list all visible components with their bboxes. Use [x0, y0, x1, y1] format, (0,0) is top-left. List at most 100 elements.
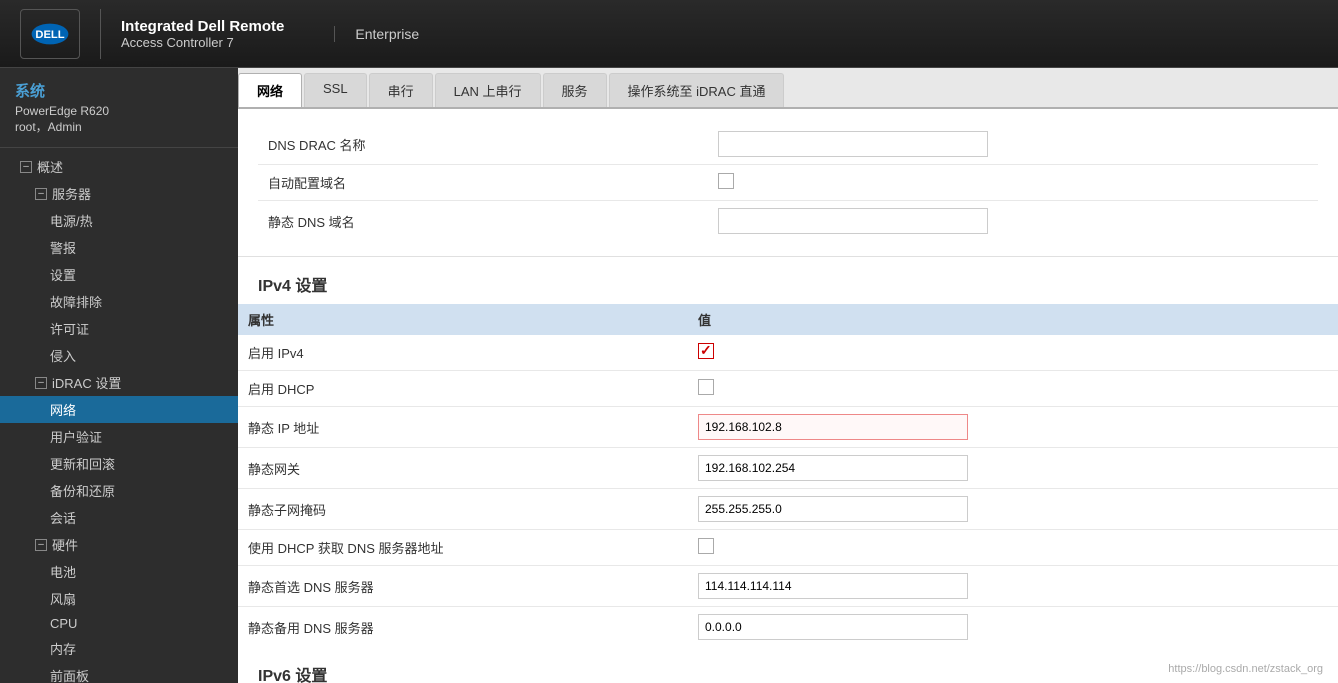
main-layout: 系统 PowerEdge R620 root，Admin – 概述 – 服务器 … [0, 68, 1338, 683]
ipv4-section: IPv4 设置 属性 值 启用 IPv4 启用 DHCP [238, 257, 1338, 647]
toggle-server[interactable]: – [35, 188, 47, 200]
enable-ipv4-value [698, 343, 1328, 362]
backup-dns-value [698, 614, 1328, 640]
static-gateway-input[interactable] [698, 455, 968, 481]
sidebar-label-settings: 设置 [50, 265, 76, 284]
tab-service[interactable]: 服务 [543, 73, 607, 107]
ipv6-title: IPv6 设置 [258, 662, 1318, 683]
dns-drac-value [718, 131, 1308, 157]
sidebar-label-troubleshoot: 故障排除 [50, 292, 102, 311]
auto-domain-checkbox[interactable] [718, 173, 734, 189]
dhcp-dns-label: 使用 DHCP 获取 DNS 服务器地址 [248, 538, 698, 557]
dns-drac-row: DNS DRAC 名称 [258, 124, 1318, 165]
system-title: 系统 [15, 80, 223, 101]
sidebar-item-fan[interactable]: 风扇 [0, 585, 238, 612]
sidebar-item-alert[interactable]: 警报 [0, 234, 238, 261]
sidebar-item-session[interactable]: 会话 [0, 504, 238, 531]
tab-network-label: 网络 [257, 84, 283, 99]
static-dns-domain-row: 静态 DNS 域名 [258, 201, 1318, 241]
sidebar-label-backup-restore: 备份和还原 [50, 481, 115, 500]
toggle-overview[interactable]: – [20, 161, 32, 173]
sidebar-tree: – 概述 – 服务器 电源/热 警报 设置 故障排除 许可证 [0, 148, 238, 683]
sidebar-label-battery: 电池 [50, 562, 76, 581]
tab-service-label: 服务 [562, 84, 588, 99]
sidebar-label-power-heat: 电源/热 [50, 211, 93, 230]
sidebar-label-server: 服务器 [52, 184, 91, 203]
primary-dns-input[interactable] [698, 573, 968, 599]
enable-ipv4-checkbox[interactable] [698, 343, 714, 359]
sidebar-item-battery[interactable]: 电池 [0, 558, 238, 585]
enable-ipv4-row: 启用 IPv4 [238, 335, 1338, 371]
sidebar-item-idrac-settings[interactable]: – iDRAC 设置 [0, 369, 238, 396]
sidebar-item-memory[interactable]: 内存 [0, 635, 238, 662]
dns-drac-label: DNS DRAC 名称 [268, 135, 718, 154]
tab-os-idrac[interactable]: 操作系统至 iDRAC 直通 [609, 73, 785, 107]
static-ip-value [698, 414, 1328, 440]
sidebar-label-user-auth: 用户验证 [50, 427, 102, 446]
sidebar-label-overview: 概述 [37, 157, 63, 176]
watermark: https://blog.csdn.net/zstack_org [1168, 663, 1323, 675]
enable-ipv4-label: 启用 IPv4 [248, 343, 698, 362]
backup-dns-label: 静态备用 DNS 服务器 [248, 618, 698, 637]
user-info: root，Admin [15, 118, 223, 135]
static-subnet-input[interactable] [698, 496, 968, 522]
sidebar-item-front-panel[interactable]: 前面板 [0, 662, 238, 683]
sidebar-label-intrusion: 侵入 [50, 346, 76, 365]
toggle-hardware[interactable]: – [35, 539, 47, 551]
sidebar-item-troubleshoot[interactable]: 故障排除 [0, 288, 238, 315]
static-subnet-row: 静态子网掩码 [238, 489, 1338, 530]
static-ip-row: 静态 IP 地址 [238, 407, 1338, 448]
col-val-header: 值 [698, 310, 1328, 329]
tab-bar: 网络 SSL 串行 LAN 上串行 服务 操作系统至 iDRAC 直通 [238, 68, 1338, 109]
sidebar-item-update-rollback[interactable]: 更新和回滚 [0, 450, 238, 477]
sidebar-item-user-auth[interactable]: 用户验证 [0, 423, 238, 450]
sidebar-label-fan: 风扇 [50, 589, 76, 608]
static-gateway-value [698, 455, 1328, 481]
tab-ssl-label: SSL [323, 81, 348, 96]
sidebar-item-backup-restore[interactable]: 备份和还原 [0, 477, 238, 504]
static-ip-label: 静态 IP 地址 [248, 418, 698, 437]
sidebar-label-cpu: CPU [50, 616, 77, 631]
enable-dhcp-checkbox[interactable] [698, 379, 714, 395]
primary-dns-label: 静态首选 DNS 服务器 [248, 577, 698, 596]
sidebar-label-license: 许可证 [50, 319, 89, 338]
ipv4-table-header: 属性 值 [238, 304, 1338, 335]
dns-section: DNS DRAC 名称 自动配置域名 静态 DNS 域名 [238, 109, 1338, 257]
enable-dhcp-row: 启用 DHCP [238, 371, 1338, 407]
sidebar-item-overview[interactable]: – 概述 [0, 153, 238, 180]
dns-drac-input[interactable] [718, 131, 988, 157]
primary-dns-value [698, 573, 1328, 599]
tab-lan-serial-label: LAN 上串行 [454, 84, 522, 99]
content-area: 网络 SSL 串行 LAN 上串行 服务 操作系统至 iDRAC 直通 [238, 68, 1338, 683]
tab-os-idrac-label: 操作系统至 iDRAC 直通 [628, 84, 766, 99]
tab-network[interactable]: 网络 [238, 73, 302, 107]
sidebar-item-settings[interactable]: 设置 [0, 261, 238, 288]
content-body: DNS DRAC 名称 自动配置域名 静态 DNS 域名 [238, 109, 1338, 683]
sidebar-label-idrac: iDRAC 设置 [52, 373, 121, 392]
sidebar-item-power-heat[interactable]: 电源/热 [0, 207, 238, 234]
sidebar-item-cpu[interactable]: CPU [0, 612, 238, 635]
tab-serial[interactable]: 串行 [369, 73, 433, 107]
tab-ssl[interactable]: SSL [304, 73, 367, 107]
sidebar-item-network[interactable]: 网络 [0, 396, 238, 423]
dhcp-dns-checkbox[interactable] [698, 538, 714, 554]
static-gateway-row: 静态网关 [238, 448, 1338, 489]
sidebar-item-license[interactable]: 许可证 [0, 315, 238, 342]
header: DELL Integrated Dell Remote Access Contr… [0, 0, 1338, 68]
enable-dhcp-label: 启用 DHCP [248, 379, 698, 398]
sidebar-label-alert: 警报 [50, 238, 76, 257]
static-dns-domain-label: 静态 DNS 域名 [268, 212, 718, 231]
toggle-idrac[interactable]: – [35, 377, 47, 389]
auto-domain-value [718, 173, 1308, 192]
tab-lan-serial[interactable]: LAN 上串行 [435, 73, 541, 107]
static-ip-input[interactable] [698, 414, 968, 440]
sidebar-item-intrusion[interactable]: 侵入 [0, 342, 238, 369]
dell-logo: DELL [20, 9, 80, 59]
sidebar-item-hardware[interactable]: – 硬件 [0, 531, 238, 558]
col-attr-header: 属性 [248, 310, 698, 329]
static-dns-domain-input[interactable] [718, 208, 988, 234]
auto-domain-label: 自动配置域名 [268, 173, 718, 192]
backup-dns-input[interactable] [698, 614, 968, 640]
sidebar-item-server[interactable]: – 服务器 [0, 180, 238, 207]
backup-dns-row: 静态备用 DNS 服务器 [238, 607, 1338, 647]
